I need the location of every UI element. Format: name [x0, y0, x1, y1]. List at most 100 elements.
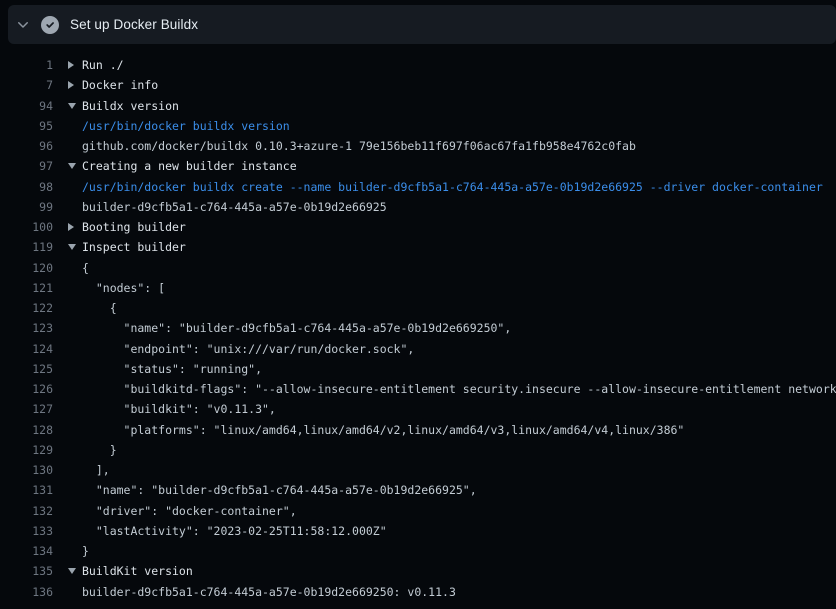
log-row: 132 "driver": "docker-container",: [0, 501, 836, 521]
expand-group-arrow-icon[interactable]: [68, 81, 74, 89]
command-text: /usr/bin/docker buildx version: [82, 119, 290, 133]
log-row: 122 {: [0, 298, 836, 318]
line-number[interactable]: 131: [0, 480, 53, 500]
chevron-down-icon[interactable]: [15, 17, 31, 33]
log-line-body: Inspect builder: [53, 237, 836, 257]
line-number[interactable]: 96: [0, 136, 53, 156]
log-row: 96 github.com/docker/buildx 0.10.3+azure-…: [0, 136, 836, 156]
log-line-body: }: [53, 541, 836, 561]
log-row: 124 "endpoint": "unix:///var/run/docker.…: [0, 339, 836, 359]
group-title[interactable]: Docker info: [82, 78, 158, 92]
expand-group-arrow-icon[interactable]: [68, 223, 74, 231]
line-number[interactable]: 132: [0, 501, 53, 521]
log-row: 98/usr/bin/docker buildx create --name b…: [0, 177, 836, 197]
log-row: 128 "platforms": "linux/amd64,linux/amd6…: [0, 420, 836, 440]
line-number[interactable]: 126: [0, 379, 53, 399]
group-title[interactable]: Run ./: [82, 58, 124, 72]
log-line-body: "buildkit": "v0.11.3",: [53, 399, 836, 419]
line-number[interactable]: 135: [0, 561, 53, 581]
output-text: "buildkit": "v0.11.3",: [82, 402, 276, 416]
log-row: 136builder-d9cfb5a1-c764-445a-a57e-0b19d…: [0, 582, 836, 602]
line-number[interactable]: 119: [0, 237, 53, 257]
log-line-body: Docker info: [53, 75, 836, 95]
line-number[interactable]: 123: [0, 318, 53, 338]
command-text: /usr/bin/docker buildx create --name bui…: [82, 180, 823, 194]
line-number[interactable]: 99: [0, 197, 53, 217]
check-circle-icon: [41, 16, 59, 34]
output-text: "buildkitd-flags": "--allow-insecure-ent…: [82, 382, 836, 396]
output-text: "name": "builder-d9cfb5a1-c764-445a-a57e…: [82, 483, 477, 497]
line-number[interactable]: 130: [0, 460, 53, 480]
log-group-row: 135 BuildKit version: [0, 561, 836, 581]
group-title[interactable]: BuildKit version: [82, 564, 193, 578]
log-line-body: "endpoint": "unix:///var/run/docker.sock…: [53, 339, 836, 359]
log-line-body: "lastActivity": "2023-02-25T11:58:12.000…: [53, 521, 836, 541]
log-line-body: ],: [53, 460, 836, 480]
line-number[interactable]: 98: [0, 177, 53, 197]
collapse-group-arrow-icon[interactable]: [68, 568, 76, 574]
group-title[interactable]: Creating a new builder instance: [82, 159, 297, 173]
group-title[interactable]: Booting builder: [82, 220, 186, 234]
line-number[interactable]: 133: [0, 521, 53, 541]
output-text: {: [82, 301, 117, 315]
line-number[interactable]: 7: [0, 75, 53, 95]
line-number[interactable]: 124: [0, 339, 53, 359]
line-number[interactable]: 136: [0, 582, 53, 602]
line-number[interactable]: 128: [0, 420, 53, 440]
log-line-body: Creating a new builder instance: [53, 156, 836, 176]
output-text: "platforms": "linux/amd64,linux/amd64/v2…: [82, 423, 684, 437]
line-number[interactable]: 127: [0, 399, 53, 419]
collapse-group-arrow-icon[interactable]: [68, 103, 76, 109]
log-row: 120 {: [0, 258, 836, 278]
line-number[interactable]: 95: [0, 116, 53, 136]
output-text: "nodes": [: [82, 281, 165, 295]
group-title[interactable]: Inspect builder: [82, 240, 186, 254]
log-line-body: builder-d9cfb5a1-c764-445a-a57e-0b19d2e6…: [53, 197, 836, 217]
log-line-body: "nodes": [: [53, 278, 836, 298]
log-line-body: BuildKit version: [53, 561, 836, 581]
log-row: 134}: [0, 541, 836, 561]
log-line-body: }: [53, 440, 836, 460]
output-text: "lastActivity": "2023-02-25T11:58:12.000…: [82, 524, 387, 538]
line-number[interactable]: 94: [0, 96, 53, 116]
line-number[interactable]: 1: [0, 55, 53, 75]
step-header[interactable]: Set up Docker Buildx: [8, 5, 836, 44]
log-line-body: github.com/docker/buildx 0.10.3+azure-1 …: [53, 136, 836, 156]
line-number[interactable]: 121: [0, 278, 53, 298]
log-line-body: "status": "running",: [53, 359, 836, 379]
log-line-body: builder-d9cfb5a1-c764-445a-a57e-0b19d2e6…: [53, 582, 836, 602]
log-line-body: {: [53, 258, 836, 278]
log-row: 99builder-d9cfb5a1-c764-445a-a57e-0b19d2…: [0, 197, 836, 217]
log-group-row: 1 Run ./: [0, 55, 836, 75]
log-row: 127 "buildkit": "v0.11.3",: [0, 399, 836, 419]
expand-group-arrow-icon[interactable]: [68, 61, 74, 69]
output-text: "endpoint": "unix:///var/run/docker.sock…: [82, 342, 414, 356]
group-title[interactable]: Buildx version: [82, 99, 179, 113]
log-line-body: "driver": "docker-container",: [53, 501, 836, 521]
output-text: github.com/docker/buildx 0.10.3+azure-1 …: [82, 139, 636, 153]
line-number[interactable]: 125: [0, 359, 53, 379]
output-text: }: [82, 443, 117, 457]
line-number[interactable]: 120: [0, 258, 53, 278]
log-group-row: 94 Buildx version: [0, 96, 836, 116]
line-number[interactable]: 134: [0, 541, 53, 561]
step-title: Set up Docker Buildx: [70, 17, 198, 32]
line-number[interactable]: 122: [0, 298, 53, 318]
log-group-row: 119 Inspect builder: [0, 237, 836, 257]
line-number[interactable]: 100: [0, 217, 53, 237]
log-line-body: {: [53, 298, 836, 318]
log-line-body: "platforms": "linux/amd64,linux/amd64/v2…: [53, 420, 836, 440]
log-line-body: "name": "builder-d9cfb5a1-c764-445a-a57e…: [53, 318, 836, 338]
collapse-group-arrow-icon[interactable]: [68, 163, 76, 169]
log-line-body: "buildkitd-flags": "--allow-insecure-ent…: [53, 379, 836, 399]
log-row: 131 "name": "builder-d9cfb5a1-c764-445a-…: [0, 480, 836, 500]
line-number[interactable]: 129: [0, 440, 53, 460]
collapse-group-arrow-icon[interactable]: [68, 244, 76, 250]
line-number[interactable]: 97: [0, 156, 53, 176]
output-text: "status": "running",: [82, 362, 262, 376]
log-row: 129 }: [0, 440, 836, 460]
output-text: {: [82, 261, 89, 275]
log-line-body: Run ./: [53, 55, 836, 75]
output-text: "driver": "docker-container",: [82, 504, 297, 518]
output-text: ],: [82, 463, 110, 477]
